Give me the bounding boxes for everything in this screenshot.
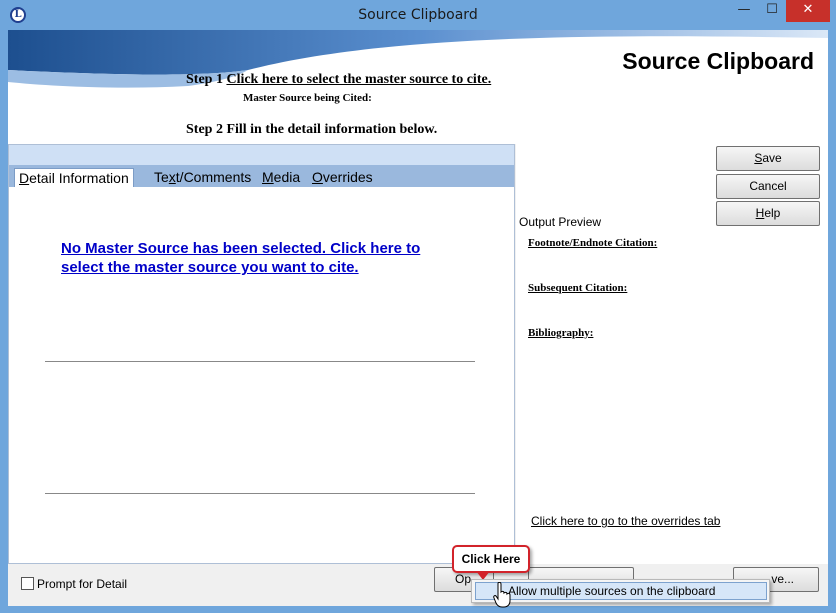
save-button[interactable]: Save xyxy=(716,146,820,171)
close-button[interactable]: ✕ xyxy=(786,0,830,22)
click-here-callout: Click Here xyxy=(452,545,530,573)
footnote-citation-label: Footnote/Endnote Citation: xyxy=(528,237,658,249)
step2-instruction: Step 2 Fill in the detail information be… xyxy=(186,122,438,137)
step1-prefix: Step 1 xyxy=(186,72,227,87)
prompt-for-detail-label: Prompt for Detail xyxy=(37,577,128,591)
tab-detail-information[interactable]: Detail Information xyxy=(14,168,134,187)
subsequent-citation-label: Subsequent Citation: xyxy=(528,282,628,294)
tab-text-comments[interactable]: Text/Comments xyxy=(150,168,255,187)
prompt-for-detail-checkbox[interactable] xyxy=(21,577,34,590)
no-master-source-link[interactable]: No Master Source has been selected. Clic… xyxy=(61,239,461,277)
maximize-button[interactable]: ☐ xyxy=(758,0,786,22)
help-button[interactable]: Help xyxy=(716,201,820,226)
divider-line xyxy=(45,493,475,494)
select-master-source-link[interactable]: Click here to select the master source t… xyxy=(226,72,491,87)
output-preview-heading: Output Preview xyxy=(519,215,602,229)
tab-bar: Detail Information Text/Comments Media O… xyxy=(9,165,514,187)
divider-line xyxy=(45,361,475,362)
tab-overrides[interactable]: Overrides xyxy=(308,168,377,187)
allow-multiple-sources-menu-item[interactable]: Allow multiple sources on the clipboard xyxy=(475,582,767,600)
minimize-button[interactable]: — xyxy=(730,0,758,22)
header-banner: Source Clipboard Step 1 Click here to se… xyxy=(8,30,828,144)
window: L Source Clipboard — ☐ ✕ Source Clipboar… xyxy=(0,0,836,613)
step1-instruction: Step 1 Click here to select the master s… xyxy=(186,72,491,88)
cancel-button[interactable]: Cancel xyxy=(716,174,820,199)
banner-title: Source Clipboard xyxy=(622,48,814,74)
panel-header-strip xyxy=(9,145,514,165)
go-to-overrides-link[interactable]: Click here to go to the overrides tab xyxy=(531,514,720,528)
title-bar: L Source Clipboard — ☐ ✕ xyxy=(0,0,836,30)
window-title: Source Clipboard xyxy=(358,7,478,23)
dialog-body: Source Clipboard Step 1 Click here to se… xyxy=(8,30,828,606)
detail-panel: Detail Information Text/Comments Media O… xyxy=(8,144,515,564)
master-source-label: Master Source being Cited: xyxy=(243,92,372,104)
options-context-menu: Allow multiple sources on the clipboard xyxy=(471,579,770,603)
bibliography-label: Bibliography: xyxy=(528,327,594,339)
tab-media[interactable]: Media xyxy=(258,168,304,187)
hand-cursor-icon xyxy=(493,582,511,608)
